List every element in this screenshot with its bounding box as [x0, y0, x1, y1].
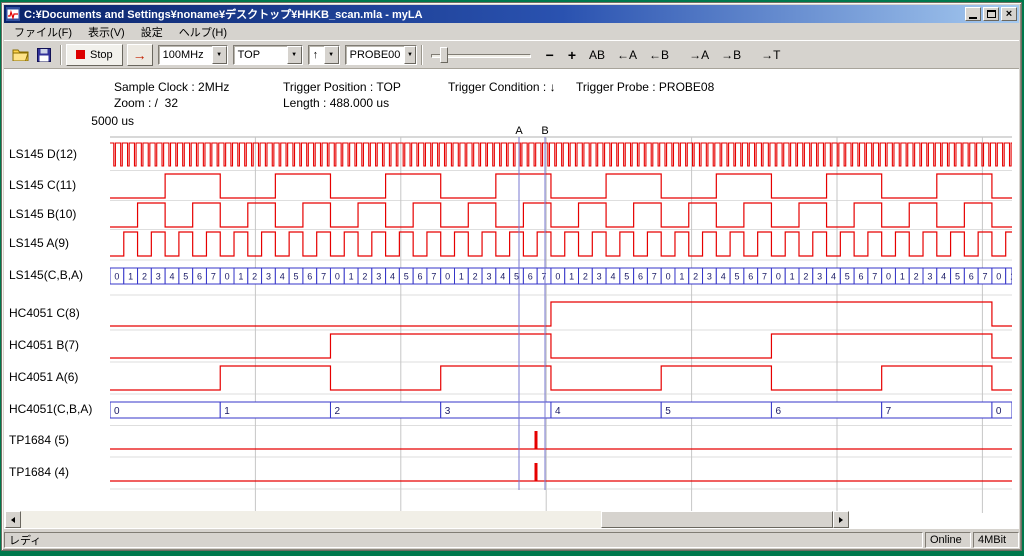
channel-label[interactable]: HC4051 C(8) — [9, 306, 80, 320]
goto-cursor-a-left-button[interactable]: ←A — [611, 45, 643, 65]
chevron-down-icon[interactable]: ▼ — [324, 46, 339, 64]
channel-label[interactable]: HC4051 B(7) — [9, 338, 79, 352]
trigger-edge-value: ↑ — [309, 49, 324, 61]
save-file-button[interactable] — [32, 44, 56, 66]
sample-clock-info: Sample Clock : 2MHz — [114, 80, 229, 94]
trigger-position-value: TOP — [234, 49, 287, 61]
channel-label[interactable]: LS145(C,B,A) — [9, 268, 83, 282]
trigger-edge-select[interactable]: ↑ ▼ — [308, 45, 340, 65]
open-file-button[interactable] — [8, 44, 32, 66]
trigger-position-info: Trigger Position : TOP — [283, 80, 401, 94]
channel-label[interactable]: LS145 B(10) — [9, 207, 76, 221]
status-bar: レディ Online 4MBit — [4, 530, 1019, 548]
maximize-button[interactable] — [983, 7, 999, 21]
channel-label[interactable]: TP1684 (5) — [9, 433, 69, 447]
arrow-right-icon — [839, 517, 843, 523]
goto-cursor-b-left-button[interactable]: ←B — [643, 45, 675, 65]
chevron-down-icon[interactable]: ▼ — [287, 46, 302, 64]
horizontal-scrollbar[interactable] — [5, 511, 849, 528]
minimize-icon — [969, 17, 977, 19]
toolbar: Stop → 100MHz ▼ TOP ▼ ↑ ▼ PROBE00 ▼ − + … — [4, 40, 1019, 69]
chevron-down-icon[interactable]: ▼ — [404, 46, 415, 64]
menu-help[interactable]: ヘルプ(H) — [171, 22, 235, 42]
status-ready: レディ — [4, 532, 923, 548]
menu-view[interactable]: 表示(V) — [80, 22, 133, 42]
menu-file[interactable]: ファイル(F) — [6, 22, 80, 42]
scrollbar-thumb[interactable] — [601, 511, 833, 528]
status-online: Online — [925, 532, 971, 548]
channel-label[interactable]: LS145 D(12) — [9, 147, 77, 161]
arrow-left-icon — [11, 517, 15, 523]
trigger-probe-select[interactable]: PROBE00 ▼ — [345, 45, 417, 65]
trigger-condition-info: Trigger Condition : ↓ — [448, 80, 556, 94]
sample-clock-value: 100MHz — [159, 49, 212, 61]
channel-label[interactable]: HC4051 A(6) — [9, 370, 78, 384]
trigger-position-select[interactable]: TOP ▼ — [233, 45, 303, 65]
zoom-slider-thumb[interactable] — [440, 47, 448, 63]
waveform-client-area — [4, 69, 1019, 529]
menu-settings[interactable]: 設定 — [133, 22, 171, 42]
toolbar-separator — [421, 45, 423, 65]
run-button[interactable]: → — [127, 44, 153, 66]
stop-button[interactable]: Stop — [66, 44, 123, 66]
zoom-out-button[interactable]: − — [539, 46, 561, 64]
channel-label[interactable]: LS145 A(9) — [9, 236, 69, 250]
toolbar-separator — [60, 45, 62, 65]
scroll-left-button[interactable] — [5, 511, 21, 528]
run-arrow-icon: → — [133, 47, 147, 63]
goto-cursor-b-right-button[interactable]: →B — [715, 45, 747, 65]
sample-clock-select[interactable]: 100MHz ▼ — [158, 45, 228, 65]
channel-label[interactable]: HC4051(C,B,A) — [9, 402, 92, 416]
goto-cursor-a-right-button[interactable]: →A — [683, 45, 715, 65]
app-icon — [6, 7, 20, 21]
goto-trigger-button[interactable]: →T — [755, 45, 786, 65]
open-folder-icon — [12, 48, 29, 61]
status-memory: 4MBit — [973, 532, 1019, 548]
channel-label[interactable]: LS145 C(11) — [9, 178, 76, 192]
trigger-probe-info: Trigger Probe : PROBE08 — [576, 80, 714, 94]
zoom-info: Zoom : / 32 — [114, 96, 178, 110]
chevron-down-icon[interactable]: ▼ — [212, 46, 227, 64]
zoom-slider[interactable] — [431, 45, 531, 65]
zoom-in-button[interactable]: + — [561, 46, 583, 64]
window-title: C:¥Documents and Settings¥noname¥デスクトップ¥… — [24, 6, 965, 22]
channel-label[interactable]: TP1684 (4) — [9, 465, 69, 479]
titlebar: C:¥Documents and Settings¥noname¥デスクトップ¥… — [4, 5, 1019, 23]
scroll-right-button[interactable] — [833, 511, 849, 528]
menubar: ファイル(F) 表示(V) 設定 ヘルプ(H) — [4, 23, 1019, 40]
ab-button[interactable]: AB — [583, 45, 611, 65]
scrollbar-track[interactable] — [21, 511, 833, 528]
minimize-button[interactable] — [965, 7, 981, 21]
close-icon: × — [1006, 9, 1012, 20]
trigger-probe-value: PROBE00 — [346, 49, 405, 61]
app-window: C:¥Documents and Settings¥noname¥デスクトップ¥… — [1, 2, 1022, 551]
timescale-label: 5000 us — [86, 114, 134, 128]
stop-icon — [76, 50, 85, 59]
length-info: Length : 488.000 us — [283, 96, 389, 110]
floppy-icon — [37, 48, 51, 62]
maximize-icon — [987, 10, 996, 18]
stop-button-label: Stop — [90, 49, 113, 61]
close-button[interactable]: × — [1001, 7, 1017, 21]
